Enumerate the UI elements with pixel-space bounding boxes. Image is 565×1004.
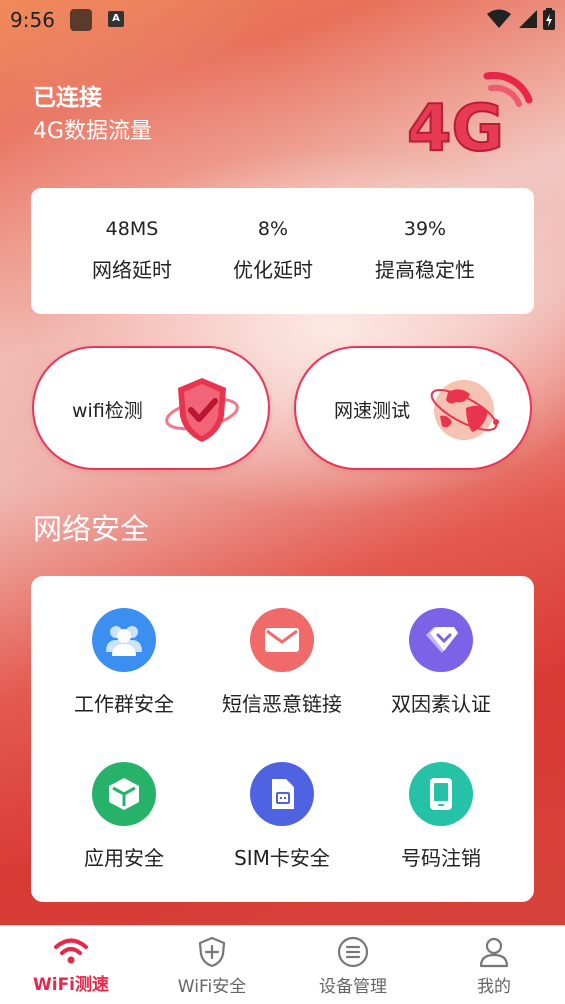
wifi-signal-icon: [487, 9, 511, 28]
speed-test-label: 网速测试: [334, 400, 411, 422]
grid-item-number-cancellation[interactable]: 号码注销: [361, 762, 521, 871]
stat-label: 优化延时: [233, 258, 313, 282]
bottom-tab-bar: WiFi测速 WiFi安全 设备管理 我的: [0, 925, 565, 1004]
phone-icon: [409, 762, 473, 826]
shield-check-icon: [165, 378, 239, 442]
connection-type: 4G数据流量: [33, 119, 153, 144]
globe-icon: [430, 380, 499, 440]
connection-status: 已连接: [33, 85, 102, 111]
grid-item-sim-security[interactable]: SIM卡安全: [202, 762, 362, 871]
4g-logo-text: 4G: [407, 92, 504, 162]
grid-item-sms-malicious-link[interactable]: 短信恶意链接: [202, 608, 362, 717]
4g-logo-icon: 4G: [406, 71, 533, 162]
app-notification-icon: [70, 9, 92, 31]
wifi-check-button[interactable]: wifi检测: [32, 346, 270, 470]
grid-item-label: SIM卡安全: [234, 846, 330, 870]
wifi-icon: [54, 938, 88, 964]
grid-item-app-security[interactable]: 应用安全: [44, 762, 204, 871]
tab-mine[interactable]: 我的: [434, 936, 554, 997]
users-icon: [92, 608, 156, 672]
translate-notification-icon: A: [108, 11, 124, 27]
cube-icon: [92, 762, 156, 826]
device-list-icon: [337, 936, 369, 968]
sim-card-icon: [250, 762, 314, 826]
stat-value: 48MS: [105, 218, 159, 240]
tab-wifi-speed[interactable]: WiFi测速: [11, 936, 131, 995]
tab-label: 设备管理: [319, 977, 387, 997]
grid-item-label: 双因素认证: [391, 692, 491, 716]
status-time: 9:56: [10, 8, 55, 32]
tab-label: WiFi测速: [32, 975, 110, 995]
status-bar: 9:56 A: [0, 0, 565, 40]
status-icons: [487, 8, 555, 30]
cell-signal-icon: [519, 10, 537, 28]
speed-test-button[interactable]: 网速测试: [294, 346, 532, 470]
grid-item-label: 应用安全: [84, 846, 164, 870]
stats-card: 48MS 网络延时 8% 优化延时 39% 提高稳定性: [31, 188, 534, 314]
battery-icon: [543, 8, 555, 30]
diamond-icon: [409, 608, 473, 672]
stat-optimized: 8% 优化延时: [225, 218, 321, 283]
stat-stability: 39% 提高稳定性: [367, 218, 483, 283]
stat-label: 网络延时: [92, 258, 172, 282]
shield-plus-icon: [198, 936, 226, 968]
grid-item-label: 工作群安全: [74, 692, 174, 716]
grid-item-workgroup-security[interactable]: 工作群安全: [44, 608, 204, 717]
tab-label: WiFi安全: [177, 977, 247, 997]
wifi-check-label: wifi检测: [72, 400, 143, 422]
stat-latency: 48MS 网络延时: [87, 218, 177, 283]
section-title-security: 网络安全: [33, 512, 150, 546]
grid-item-label: 短信恶意链接: [222, 692, 342, 716]
grid-item-two-factor-auth[interactable]: 双因素认证: [361, 608, 521, 717]
stat-value: 8%: [257, 218, 289, 240]
security-grid: 工作群安全 短信恶意链接 双因素认证 应用安全 SIM卡安全 号码注销: [31, 576, 534, 902]
mail-icon: [250, 608, 314, 672]
tab-device-management[interactable]: 设备管理: [293, 936, 413, 997]
tab-label: 我的: [477, 977, 511, 997]
stat-value: 39%: [403, 218, 447, 240]
user-icon: [479, 937, 509, 968]
grid-item-label: 号码注销: [401, 846, 481, 870]
stat-label: 提高稳定性: [375, 258, 475, 282]
tab-wifi-security[interactable]: WiFi安全: [152, 936, 272, 997]
